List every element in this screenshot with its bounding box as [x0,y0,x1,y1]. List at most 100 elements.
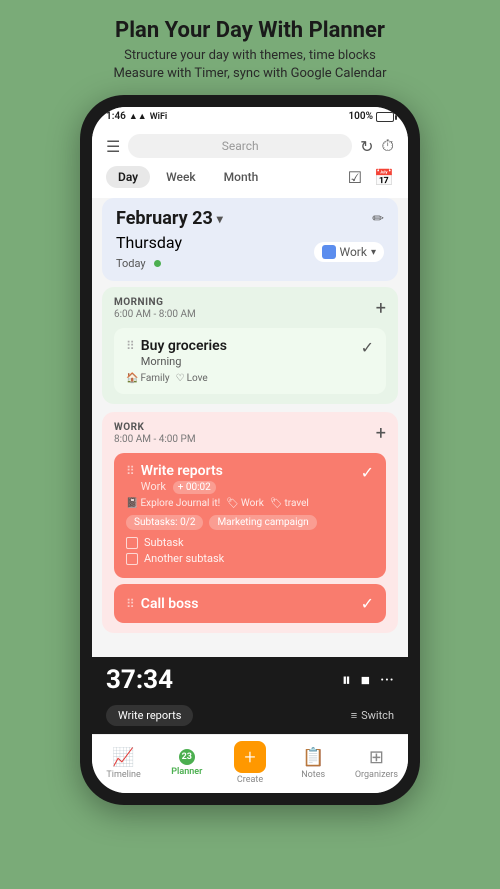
morning-block-info: MORNING 6:00 AM - 8:00 AM [114,297,196,320]
timer-switch-button[interactable]: ≡ Switch [351,709,394,722]
write-reports-check[interactable]: ✓ [361,463,374,482]
subtask-chips: Subtasks: 0/2 Marketing campaign [126,515,374,530]
morning-task-content: Buy groceries Morning [141,338,361,368]
search-placeholder: Search [222,139,259,153]
status-bar-right: 100% [348,111,394,122]
work-tag-icon: 🏷 [226,498,239,509]
write-reports-title: Write reports [141,463,361,479]
calendar-icon[interactable]: 📅 [374,168,394,187]
marketing-chip: Marketing campaign [209,515,316,530]
organizers-icon: ⊞ [369,747,384,768]
nav-item-create[interactable]: + Create [218,741,281,785]
subtasks-count-chip: Subtasks: 0/2 [126,515,203,530]
love-icon: ♡ [176,373,185,384]
work-block-label: WORK [114,422,196,433]
tag-love-label: Love [187,373,208,384]
planner-label: Planner [171,767,202,777]
subtask-item-2: Another subtask [126,552,374,565]
signal-icon: ▲▲ [129,111,147,122]
workspace-badge[interactable]: Work ▾ [314,242,385,262]
refresh-icon[interactable]: ↻ [360,137,373,156]
date-chevron-icon[interactable]: ▾ [217,212,223,226]
morning-block: MORNING 6:00 AM - 8:00 AM + ⠿ Buy grocer… [102,287,398,404]
subtask-checkbox-1[interactable] [126,537,138,549]
morning-block-header: MORNING 6:00 AM - 8:00 AM + [114,297,386,320]
status-bar-left: 1:46 ▲▲ WiFi [106,111,167,122]
write-reports-row: ⠿ Write reports Work + 00:02 ✓ [126,463,374,493]
morning-block-label: MORNING [114,297,196,308]
wifi-icon: WiFi [150,112,168,122]
timer-bar: 37:34 ⏸ ⏹ ··· [92,657,408,703]
journal-icon: 📓 [126,498,138,509]
work-block-header: WORK 8:00 AM - 4:00 PM + [114,422,386,445]
subtask-checkbox-2[interactable] [126,553,138,565]
date-header: February 23 ▾ ✏ Thursday Today Work ▾ [102,198,398,281]
work-add-button[interactable]: + [376,423,386,444]
subtask-label-1: Subtask [144,536,184,549]
today-dot [154,260,161,267]
morning-task-card: ⠿ Buy groceries Morning ✓ 🏠 Family [114,328,386,394]
tag-work: 🏷 Work [226,498,264,509]
morning-add-button[interactable]: + [376,298,386,319]
planner-badge: 23 [179,749,195,765]
switch-label: Switch [361,709,394,722]
notes-label: Notes [301,770,325,780]
morning-task-check[interactable]: ✓ [361,338,374,357]
tag-family: 🏠 Family [126,373,170,384]
nav-item-organizers[interactable]: ⊞ Organizers [345,747,408,780]
period-tabs: Day Week Month ☑ 📅 [92,166,408,198]
tag-travel-label: travel [285,498,309,509]
organizers-label: Organizers [355,770,398,780]
timer-task-label[interactable]: Write reports [106,705,193,726]
morning-block-time: 6:00 AM - 8:00 AM [114,309,196,320]
nav-item-timeline[interactable]: 📈 Timeline [92,747,155,780]
subtask-item-1: Subtask [126,536,374,549]
write-reports-content: Write reports Work + 00:02 [141,463,361,493]
tab-week[interactable]: Week [154,166,208,188]
timer-icon[interactable]: ⏱ [382,136,394,156]
main-scroll: MORNING 6:00 AM - 8:00 AM + ⠿ Buy grocer… [92,287,408,657]
timer-more-button[interactable]: ··· [380,670,394,691]
create-label: Create [237,775,263,785]
nav-item-planner[interactable]: 23 Planner [155,749,218,777]
tag-journal: 📓 Explore Journal it! [126,498,220,509]
create-button[interactable]: + [234,741,266,773]
call-boss-check[interactable]: ✓ [361,594,374,613]
search-bar[interactable]: Search [128,134,352,158]
day-today: Thursday Today [116,233,182,271]
drag-handle-work-icon: ⠿ [126,464,135,478]
switch-icon: ≡ [351,709,357,722]
tab-day[interactable]: Day [106,166,150,188]
nav-item-notes[interactable]: 📋 Notes [282,747,345,780]
checklist-icon[interactable]: ☑ [348,168,362,187]
family-icon: 🏠 [126,373,138,384]
workspace-label: Work [340,245,367,259]
call-boss-title: Call boss [141,596,199,612]
date-row: February 23 ▾ ✏ [116,208,384,229]
time-badge: + 00:02 [173,481,216,494]
write-reports-subtitle: Work + 00:02 [141,480,361,493]
today-label: Today [116,257,146,270]
time-display: 1:46 [106,111,126,122]
tab-month[interactable]: Month [212,166,271,188]
timer-task-row: Write reports ≡ Switch [92,703,408,734]
battery-icon [376,112,394,122]
workspace-chevron-icon: ▾ [371,247,376,258]
morning-task-subtitle: Morning [141,355,361,368]
travel-icon: 🏷 [270,498,283,509]
call-boss-task: ⠿ Call boss ✓ [114,584,386,623]
timer-stop-button[interactable]: ⏹ [361,670,370,691]
subtask-list: Subtask Another subtask [126,536,374,565]
timeline-icon: 📈 [112,747,134,768]
drag-handle-icon: ⠿ [126,339,135,353]
hamburger-icon[interactable]: ☰ [106,137,120,156]
tag-love: ♡ Love [176,373,208,384]
timer-pause-button[interactable]: ⏸ [342,670,351,691]
tag-family-label: Family [140,373,169,384]
tag-travel: 🏷 travel [270,498,309,509]
date-edit-icon[interactable]: ✏ [372,211,384,227]
timeline-label: Timeline [106,770,140,780]
notes-icon: 📋 [302,747,324,768]
battery-percent: 100% [348,111,373,122]
workspace-icon [322,245,336,259]
